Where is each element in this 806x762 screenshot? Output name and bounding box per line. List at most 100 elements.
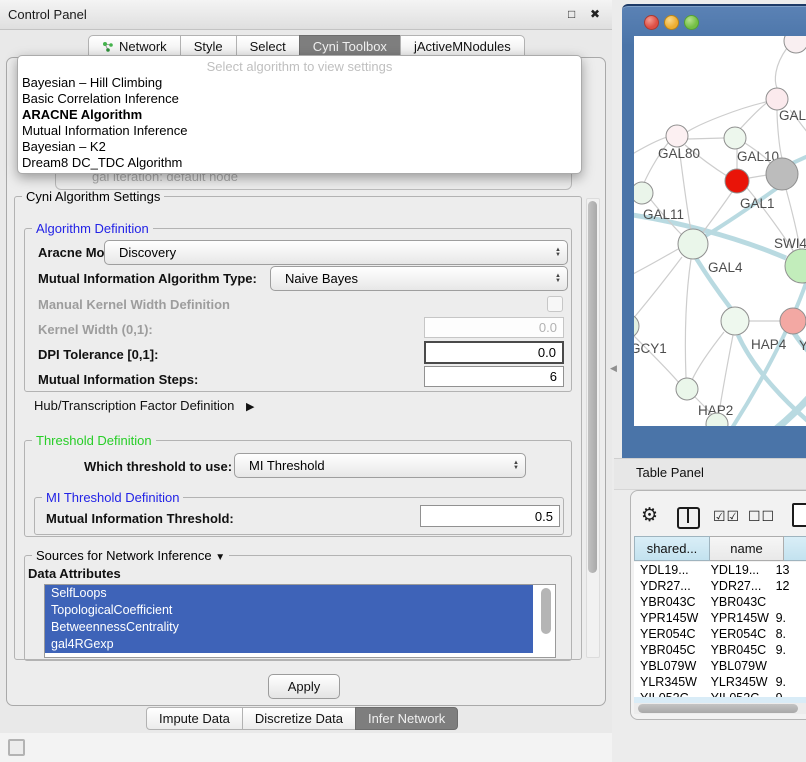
mi-steps-field[interactable] (424, 366, 564, 387)
dropdown-item[interactable]: Mutual Information Inference (18, 123, 581, 139)
table-row[interactable]: YLR345WYLR345W9. (634, 674, 806, 690)
table-cell: YLR345W (703, 674, 770, 690)
table-cell: YBL079W (634, 658, 703, 674)
zoom-window-icon[interactable] (684, 15, 699, 30)
algorithm-dropdown-placeholder: Select algorithm to view settings (18, 59, 581, 74)
network-node-swi4[interactable] (785, 249, 806, 283)
column-header-name[interactable]: name (710, 536, 784, 561)
table-row[interactable]: YBR045CYBR045C9. (634, 642, 806, 658)
settings-scrollbar[interactable] (586, 198, 600, 658)
dropdown-item[interactable]: Basic Correlation Inference (18, 91, 581, 107)
tab-discretize-data[interactable]: Discretize Data (242, 707, 356, 730)
minimize-window-icon[interactable] (664, 15, 679, 30)
manual-kernel-width-checkbox[interactable] (547, 296, 563, 312)
column-header-extra[interactable] (784, 536, 806, 561)
mi-algorithm-type-combobox[interactable]: Naive Bayes ▲▼ (270, 266, 568, 291)
column-header-shared[interactable]: shared... (634, 536, 710, 561)
chevron-right-icon: ▶ (246, 401, 254, 413)
table-row[interactable]: YPR145WYPR145W9. (634, 610, 806, 626)
dock-grip[interactable] (8, 739, 25, 756)
network-view-window[interactable]: GALGAL80GAL10GAL1GAL11GAL4SWI4HAP4YGCY1H… (622, 4, 806, 458)
network-node-gal1[interactable] (725, 169, 749, 193)
table-cell: 8. (770, 626, 806, 642)
node-label: GCY1 (634, 341, 667, 356)
sources-legend[interactable]: Sources for Network Inference ▼ (32, 548, 229, 563)
node-label: GAL80 (658, 146, 700, 161)
aracne-mode-combobox[interactable]: Discovery ▲▼ (104, 240, 568, 265)
table-cell: 9. (770, 674, 806, 690)
network-node-hap2[interactable] (676, 378, 698, 400)
tab-label: Discretize Data (255, 711, 343, 726)
table-cell: 12 (770, 578, 806, 594)
columns-icon[interactable] (677, 507, 700, 529)
panel-divider-collapse-icon[interactable]: ◀ (610, 363, 617, 374)
table-header-row: shared... name (634, 536, 806, 561)
table-cell: YDR27... (703, 578, 770, 594)
list-scrollbar[interactable] (540, 587, 552, 655)
table-cell: YPR145W (703, 610, 770, 626)
table-hscrollbar[interactable] (634, 703, 806, 714)
network-canvas[interactable]: GALGAL80GAL10GAL1GAL11GAL4SWI4HAP4YGCY1H… (634, 36, 806, 426)
table-cell: 9. (770, 642, 806, 658)
list-scrollbar-thumb[interactable] (541, 588, 551, 634)
network-node-gal11[interactable] (634, 182, 653, 204)
which-threshold-combobox[interactable]: MI Threshold ▲▼ (234, 453, 526, 478)
gear-icon[interactable]: ⚙ (641, 504, 658, 527)
dropdown-item[interactable]: ARACNE Algorithm (18, 107, 581, 123)
table-cell: 9. (770, 610, 806, 626)
combo-stepper-icon: ▲▼ (549, 248, 567, 258)
data-attributes-label: Data Attributes (28, 566, 121, 581)
dpi-tolerance-field[interactable] (424, 341, 564, 364)
network-node-y[interactable] (780, 308, 806, 334)
file-icon[interactable] (792, 503, 806, 527)
list-item[interactable]: SelfLoops (45, 585, 533, 602)
dropdown-item[interactable]: Bayesian – K2 (18, 139, 581, 155)
which-threshold-value: MI Threshold (235, 458, 507, 473)
dropdown-item[interactable]: Dream8 DC_TDC Algorithm (18, 155, 581, 171)
hub-definition-label: Hub/Transcription Factor Definition (34, 398, 234, 413)
select-all-checkboxes-icon[interactable]: ☑☑ (713, 508, 740, 525)
network-node[interactable] (766, 158, 798, 190)
table-row[interactable]: YER054CYER054C8. (634, 626, 806, 642)
application-screen: Control Panel □ ✖ Network Style Select C… (0, 0, 806, 762)
data-attributes-items: SelfLoopsTopologicalCoefficientBetweenne… (45, 585, 555, 653)
bottom-tabs: Impute Data Discretize Data Infer Networ… (146, 707, 458, 730)
network-node-gal[interactable] (766, 88, 788, 110)
list-item[interactable]: TopologicalCoefficient (45, 602, 533, 619)
table-row[interactable]: YBL079WYBL079W (634, 658, 806, 674)
network-node-gcy1[interactable] (634, 314, 639, 338)
close-panel-button[interactable]: ✖ (590, 7, 600, 21)
algorithm-dropdown-list: Bayesian – Hill ClimbingBasic Correlatio… (18, 75, 581, 171)
manual-kernel-width-label: Manual Kernel Width Definition (38, 297, 230, 312)
network-node[interactable] (784, 36, 806, 53)
network-node-gal4[interactable] (678, 229, 708, 259)
tab-label: Impute Data (159, 711, 230, 726)
list-item[interactable]: gal4RGexp (45, 636, 533, 653)
network-node-gal10[interactable] (724, 127, 746, 149)
list-item[interactable]: BetweennessCentrality (45, 619, 533, 636)
tab-infer-network[interactable]: Infer Network (355, 707, 458, 730)
table-row[interactable]: YDR27...YDR27...12 (634, 578, 806, 594)
kernel-width-field[interactable] (424, 317, 564, 338)
table-body[interactable]: YDL19...YDL19...13YDR27...YDR27...12YBR0… (634, 562, 806, 702)
data-attributes-list[interactable]: SelfLoopsTopologicalCoefficientBetweenne… (44, 584, 556, 658)
table-hscrollbar-thumb[interactable] (638, 704, 798, 713)
combo-stepper-icon: ▲▼ (549, 274, 567, 284)
table-cell: YBR043C (634, 594, 703, 610)
settings-scrollbar-thumb[interactable] (588, 201, 597, 573)
float-panel-button[interactable]: □ (568, 7, 575, 21)
deselect-all-checkboxes-icon[interactable]: ☐☐ (748, 508, 775, 525)
dropdown-item[interactable]: Bayesian – Hill Climbing (18, 75, 581, 91)
apply-button[interactable]: Apply (268, 674, 340, 699)
tab-impute-data[interactable]: Impute Data (146, 707, 243, 730)
close-window-icon[interactable] (644, 15, 659, 30)
table-row[interactable]: YDL19...YDL19...13 (634, 562, 806, 578)
network-node-gal80[interactable] (666, 125, 688, 147)
mi-algorithm-type-value: Naive Bayes (271, 271, 549, 286)
table-cell: YBL079W (703, 658, 770, 674)
table-row[interactable]: YBR043CYBR043C (634, 594, 806, 610)
hub-definition-toggle[interactable]: Hub/Transcription Factor Definition ▶ (34, 398, 254, 413)
mi-threshold-field[interactable] (420, 505, 560, 527)
network-node-hap4[interactable] (721, 307, 749, 335)
table-cell: YLR345W (634, 674, 703, 690)
